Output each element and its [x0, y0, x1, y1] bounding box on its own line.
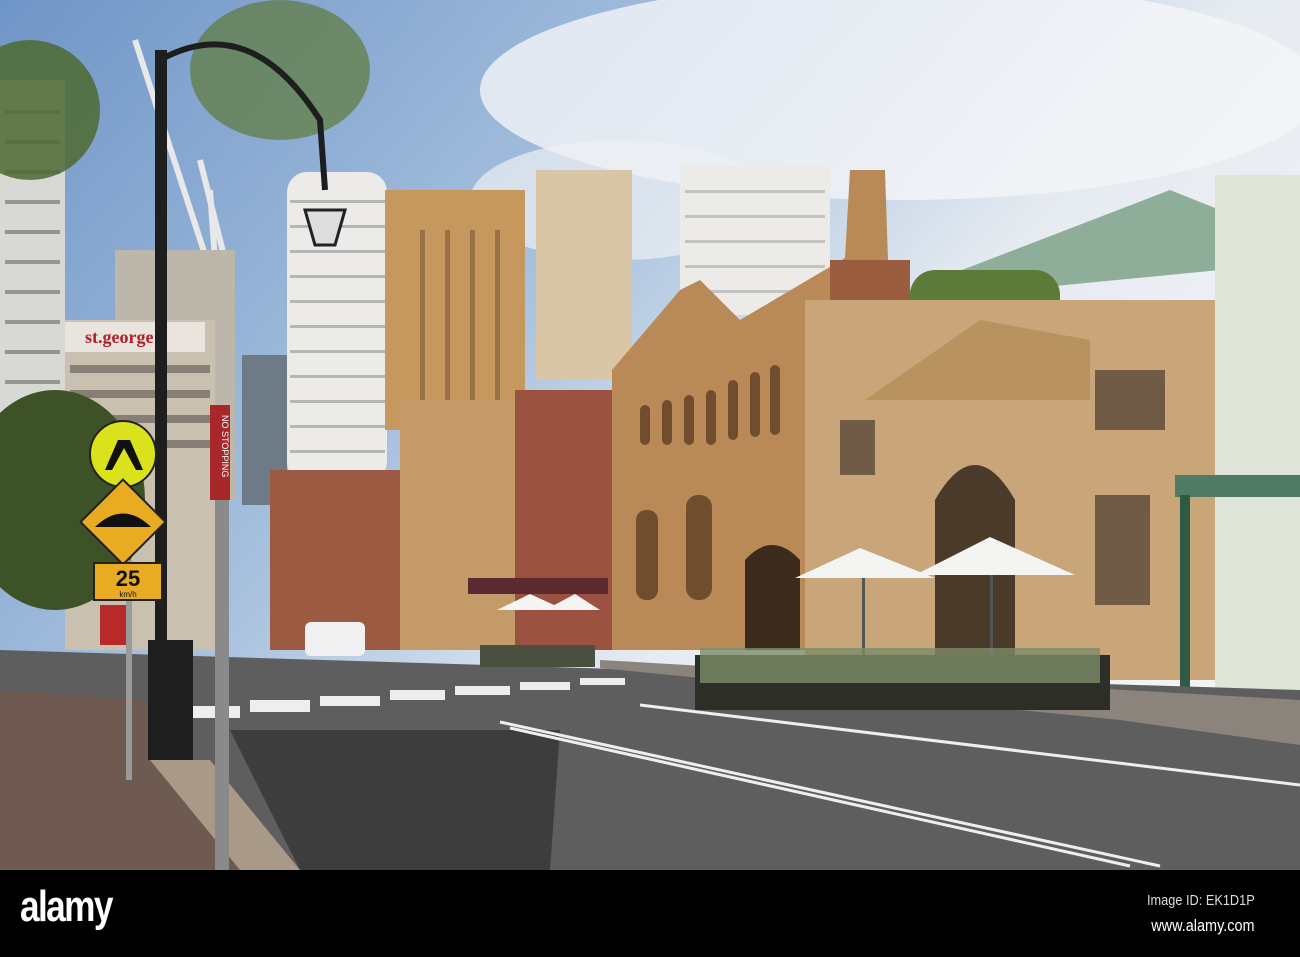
white-van	[305, 622, 365, 656]
brick-building	[515, 390, 615, 650]
residential-tower	[536, 170, 632, 380]
watermark-bar: alamy Image ID: EK1D1P www.alamy.com	[0, 870, 1300, 957]
red-bus	[100, 605, 128, 645]
verandah-roof	[1175, 475, 1300, 497]
image-id: Image ID: EK1D1P	[1147, 892, 1255, 909]
arched-doorway	[745, 545, 800, 650]
speed-limit-value: 25	[116, 566, 140, 591]
speed-limit-unit: km/h	[119, 590, 136, 599]
sandstone-terrace	[400, 400, 520, 650]
st-george-sign: st.george	[85, 327, 153, 347]
street-scene: st.george NO STOPPING 25 km/h	[0, 0, 1300, 870]
sign-pole	[215, 490, 229, 870]
alamy-logo: alamy	[20, 882, 113, 931]
pub-awning	[468, 578, 608, 594]
no-stopping-text: NO STOPPING	[220, 415, 230, 477]
planter-boxes	[480, 645, 595, 667]
white-terrace	[1215, 175, 1300, 690]
verandah-post	[1180, 495, 1190, 700]
hotel-tower	[385, 190, 525, 430]
site-url: www.alamy.com	[1151, 916, 1255, 935]
planter-greenery	[700, 648, 1100, 683]
pedestrian-sign	[89, 420, 157, 488]
street-photo: st.george NO STOPPING 25 km/h alamy Imag…	[0, 0, 1300, 957]
